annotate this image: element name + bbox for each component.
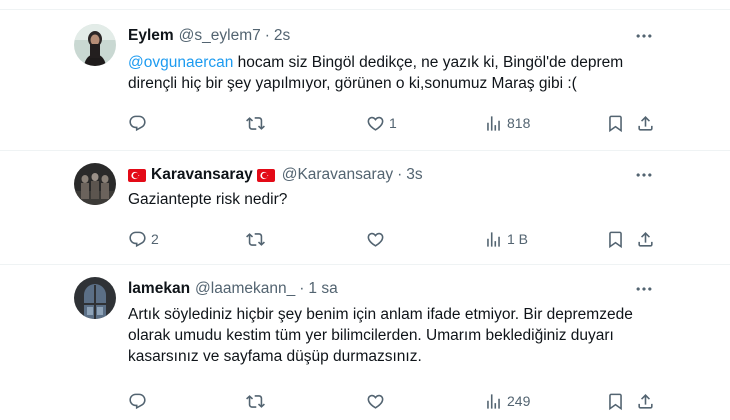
views-button[interactable]: 1 B — [484, 228, 528, 250]
retweet-icon — [246, 392, 265, 411]
bookmark-icon — [606, 230, 625, 249]
bookmark-button[interactable] — [606, 228, 625, 250]
share-button[interactable] — [636, 390, 655, 412]
timestamp[interactable]: 2s — [274, 27, 290, 45]
more-icon[interactable] — [634, 26, 654, 46]
share-icon — [636, 114, 655, 133]
share-icon — [636, 230, 655, 249]
turkey-flag-icon — [128, 169, 146, 182]
separator: · — [264, 27, 270, 44]
like-button[interactable] — [366, 390, 389, 412]
separator: · — [299, 280, 305, 297]
bookmark-button[interactable] — [606, 112, 625, 134]
reply-button[interactable] — [128, 112, 151, 134]
like-icon — [366, 230, 385, 249]
views-icon — [484, 114, 503, 133]
tweet-header: Eylem @s_eylem7 · 2s — [128, 26, 290, 46]
retweet-icon — [246, 114, 265, 133]
retweet-button[interactable] — [246, 390, 269, 412]
tweet-text: Artık söylediniz hiçbir şey benim için a… — [128, 306, 633, 365]
like-icon — [366, 114, 385, 133]
action-bar: 1 818 — [128, 112, 658, 134]
tweet-2[interactable]: Karavansaray @Karavansaray · 3s Gaziante… — [0, 151, 730, 264]
more-icon[interactable] — [634, 165, 654, 185]
separator: · — [397, 166, 403, 183]
views-count: 249 — [507, 393, 531, 409]
bookmark-icon — [606, 392, 625, 411]
timestamp[interactable]: 1 sa — [308, 280, 337, 298]
views-button[interactable]: 249 — [484, 390, 530, 412]
tweet-3[interactable]: lamekan @laamekann_ · 1 sa Artık söyledi… — [0, 265, 730, 420]
reply-icon — [128, 392, 147, 411]
tweet-header: Karavansaray @Karavansaray · 3s — [128, 165, 423, 185]
retweet-button[interactable] — [246, 112, 269, 134]
author-handle[interactable]: @s_eylem7 — [179, 27, 261, 45]
action-bar: 2 1 B — [128, 228, 658, 250]
author-name[interactable]: lamekan — [128, 280, 190, 298]
share-button[interactable] — [636, 112, 655, 134]
like-icon — [366, 392, 385, 411]
reply-button[interactable] — [128, 390, 151, 412]
bookmark-icon — [606, 114, 625, 133]
tweet-text: Gaziantepte risk nedir? — [128, 191, 288, 208]
like-button[interactable]: 1 — [366, 112, 397, 134]
avatar[interactable] — [74, 163, 116, 205]
reply-icon — [128, 230, 147, 249]
views-count: 818 — [507, 115, 531, 131]
views-icon — [484, 230, 503, 249]
share-button[interactable] — [636, 228, 655, 250]
turkey-flag-icon — [257, 169, 275, 182]
reply-count: 2 — [151, 231, 159, 247]
tweet-feed: Eylem @s_eylem7 · 2s @ovgunaercan hocam … — [0, 0, 730, 420]
author-name[interactable]: Karavansaray — [151, 166, 253, 184]
author-handle[interactable]: @Karavansaray — [282, 166, 393, 184]
timestamp[interactable]: 3s — [406, 166, 422, 184]
tweet-text: @ovgunaercan hocam siz Bingöl dedikçe, n… — [128, 52, 648, 94]
views-button[interactable]: 818 — [484, 112, 530, 134]
retweet-icon — [246, 230, 265, 249]
author-handle[interactable]: @laamekann_ — [195, 280, 295, 298]
avatar[interactable] — [74, 277, 116, 319]
tweet-1[interactable]: Eylem @s_eylem7 · 2s @ovgunaercan hocam … — [0, 10, 730, 150]
retweet-button[interactable] — [246, 228, 269, 250]
tweet-header: lamekan @laamekann_ · 1 sa — [128, 279, 338, 299]
avatar[interactable] — [74, 24, 116, 66]
author-name[interactable]: Eylem — [128, 27, 174, 45]
more-icon[interactable] — [634, 279, 654, 299]
reply-icon — [128, 114, 147, 133]
reply-button[interactable]: 2 — [128, 228, 159, 250]
share-icon — [636, 392, 655, 411]
action-bar: 249 — [128, 390, 658, 412]
views-icon — [484, 392, 503, 411]
like-count: 1 — [389, 115, 397, 131]
views-count: 1 B — [507, 231, 529, 247]
like-button[interactable] — [366, 228, 389, 250]
bookmark-button[interactable] — [606, 390, 625, 412]
mention-link[interactable]: @ovgunaercan — [128, 54, 233, 71]
